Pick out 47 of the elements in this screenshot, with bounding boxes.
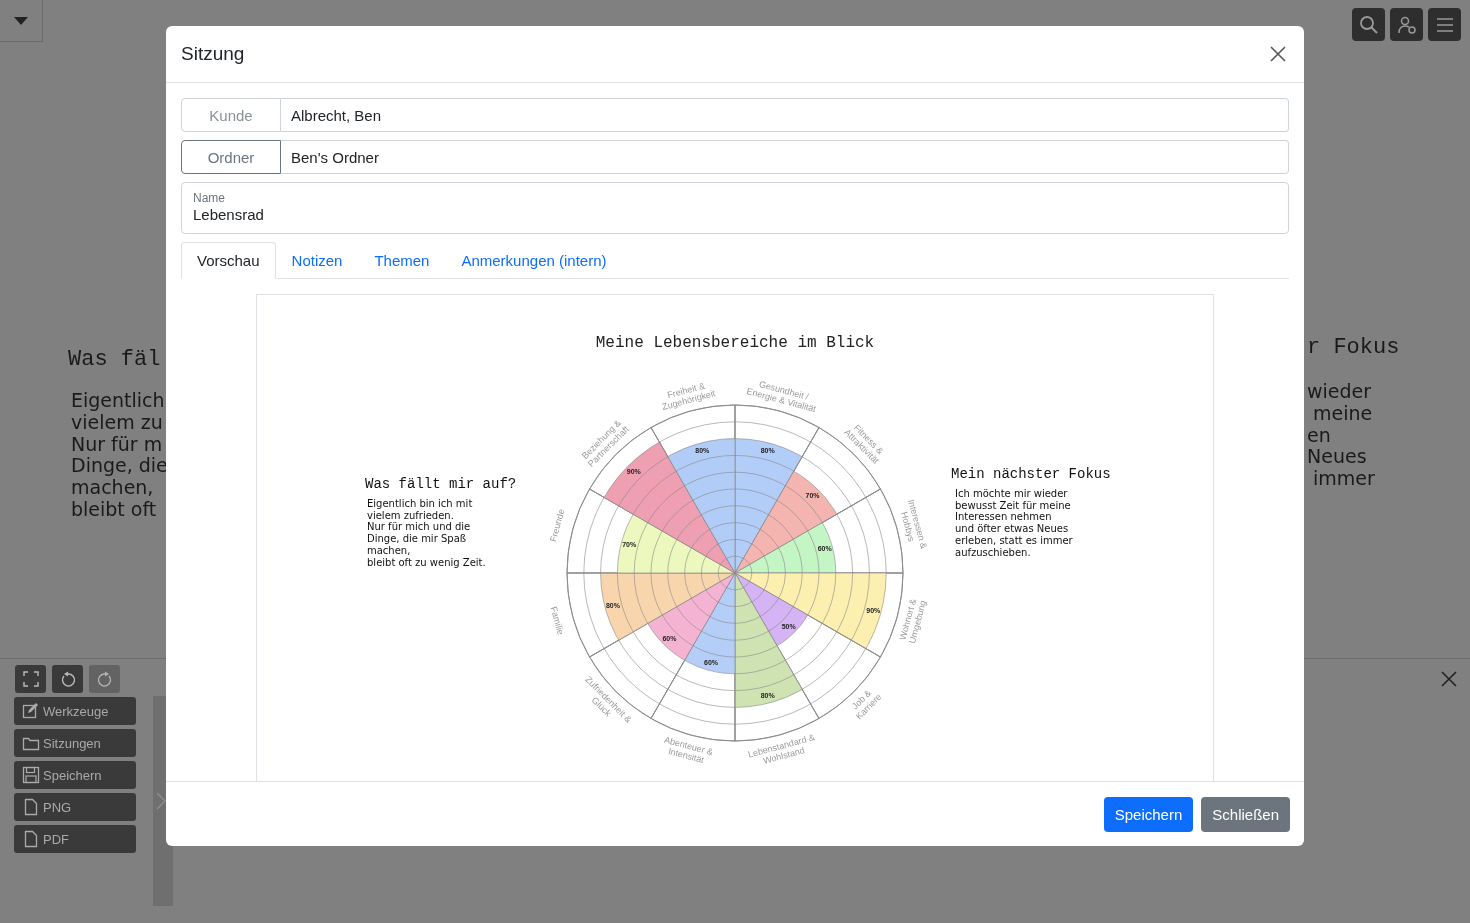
caret-down-icon — [13, 15, 29, 26]
fullscreen-icon — [21, 670, 40, 688]
redo-icon — [95, 670, 114, 688]
menu-button[interactable]: Sitzungen — [14, 729, 136, 757]
note-text: Eigentlich vielem zu Nur für m Dinge, die machen, bleibt oft — [70, 390, 168, 521]
dropdown-button[interactable] — [0, 0, 43, 42]
note-heading: r Fokus — [1307, 334, 1400, 362]
close-icon — [1441, 671, 1457, 687]
folder-button[interactable]: Ordner — [181, 140, 281, 174]
save-button[interactable]: Speichern — [1103, 796, 1194, 832]
menu-button[interactable]: PDF — [14, 825, 136, 853]
tab[interactable]: Vorschau — [181, 242, 276, 279]
fullscreen-button[interactable] — [15, 665, 46, 693]
person-gear-icon — [1396, 14, 1417, 35]
note-text: Eigentlich bin ich mit vielem zufrieden. Nur für mich und die Dinge, die mir Spaß machen, bleibt oft zu wenig Zeit. — [366, 498, 487, 569]
close-icon — [1270, 46, 1286, 62]
menu-icon — [1434, 16, 1455, 33]
menu-button[interactable]: PNG — [14, 793, 136, 821]
close-button[interactable] — [1439, 669, 1459, 689]
chart-title: Meine Lebensbereiche im Blick — [594, 333, 876, 353]
dialog-title: Sitzung — [181, 43, 245, 65]
search-icon — [1358, 14, 1379, 35]
note-text: wieder meine en Neues immer — [1307, 381, 1376, 490]
field-label: Kunde — [181, 98, 281, 132]
note-heading: Was fäl — [68, 346, 162, 374]
menu-button[interactable] — [1428, 8, 1461, 41]
note-text: Ich möchte mir wieder bewusst Zeit für meine Interessen nehmen und öfter etwas Neues erleben, statt es immer aufzuschieben. — [954, 488, 1074, 559]
file-icon — [22, 798, 40, 816]
user-settings-button[interactable] — [1390, 8, 1423, 41]
undo-button[interactable] — [52, 665, 83, 693]
file-icon — [22, 830, 40, 848]
category-label: Familie — [548, 605, 566, 636]
text-field[interactable]: Ben's Ordner — [281, 140, 1289, 174]
tab[interactable]: Themen — [358, 242, 446, 279]
category-label: Freunde — [548, 507, 567, 543]
name-field[interactable]: Name Lebensrad — [181, 182, 1289, 234]
note-heading: Mein nächster Fokus — [951, 465, 1111, 483]
save-icon — [22, 766, 40, 784]
menu-button[interactable]: Werkzeuge — [14, 697, 136, 725]
text-field[interactable]: Albrecht, Ben — [281, 98, 1289, 132]
tab[interactable]: Notizen — [275, 242, 359, 279]
search-button[interactable] — [1352, 8, 1385, 41]
note-heading: Was fällt mir auf? — [365, 475, 518, 493]
tab[interactable]: Anmerkungen (intern) — [445, 242, 623, 279]
menu-button[interactable]: Speichern — [14, 761, 136, 789]
close-button[interactable]: Schließen — [1201, 796, 1290, 832]
edit-icon — [22, 702, 40, 720]
